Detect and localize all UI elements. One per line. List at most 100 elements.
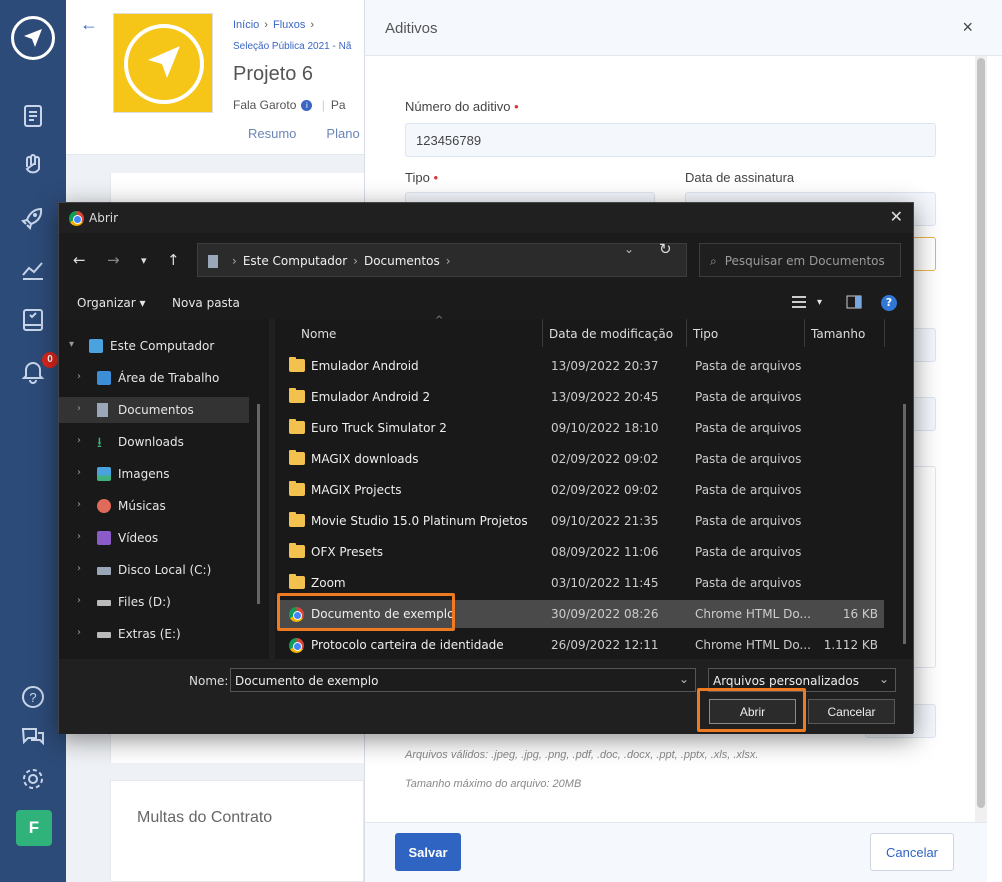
back-arrow-icon[interactable]: ← xyxy=(80,14,98,35)
author-name: Fala Garoto xyxy=(233,98,297,112)
dialog-toolbar: Organizar ▾ Nova pasta ▾ ? xyxy=(59,287,913,319)
help-icon[interactable]: ? xyxy=(20,684,46,710)
dialog-cancel-button[interactable]: Cancelar xyxy=(808,699,895,724)
address-bar[interactable]: › Este Computador › Documentos › xyxy=(197,243,687,277)
documents-icon[interactable] xyxy=(20,103,46,129)
refresh-icon[interactable]: ↻ xyxy=(659,240,672,258)
close-icon[interactable]: × xyxy=(962,17,973,38)
file-row[interactable]: Movie Studio 15.0 Platinum Projetos 09/10… xyxy=(279,507,884,535)
panel-header: Aditivos × xyxy=(365,0,1002,56)
folder-icon xyxy=(289,388,305,403)
book-icon[interactable] xyxy=(20,307,46,333)
gear-icon[interactable] xyxy=(20,766,46,792)
info-icon[interactable]: i xyxy=(301,100,313,112)
organize-menu[interactable]: Organizar ▾ xyxy=(77,296,146,310)
file-row[interactable]: Zoom 03/10/2022 11:45 Pasta de arquivos xyxy=(279,569,884,597)
tree-item-downloads[interactable]: › ⭳ Downloads xyxy=(59,429,249,455)
file-row[interactable]: Emulador Android 2 13/09/2022 20:45 Pasta … xyxy=(279,383,884,411)
recent-dropdown-icon[interactable]: ▾ xyxy=(141,254,147,267)
open-button[interactable]: Abrir xyxy=(709,699,796,724)
file-row[interactable]: MAGIX downloads 02/09/2022 09:02 Pasta de … xyxy=(279,445,884,473)
chevron-down-icon[interactable]: ⌄ xyxy=(879,672,889,686)
sort-up-icon: ^ xyxy=(435,315,444,326)
file-type-select[interactable]: Arquivos personalizados ⌄ xyxy=(708,668,896,692)
preview-pane-icon[interactable] xyxy=(846,295,862,312)
column-size[interactable]: Tamanho xyxy=(805,319,885,347)
save-button[interactable]: Salvar xyxy=(395,833,461,871)
tree-item-videos[interactable]: › Vídeos xyxy=(59,525,249,551)
user-avatar[interactable]: F xyxy=(16,810,52,846)
forward-icon[interactable]: → xyxy=(107,251,120,269)
images-icon xyxy=(97,467,111,481)
breadcrumb-inicio[interactable]: Início xyxy=(233,19,259,31)
rocket-icon[interactable] xyxy=(20,205,46,231)
view-options-icon[interactable] xyxy=(791,295,807,312)
column-name[interactable]: ^ Nome xyxy=(295,315,543,347)
project-logo xyxy=(113,13,213,113)
video-icon xyxy=(97,531,111,545)
tree-item-images[interactable]: › Imagens xyxy=(59,461,249,487)
file-row[interactable]: Euro Truck Simulator 2 09/10/2022 18:10 Pa… xyxy=(279,414,884,442)
address-dropdown-icon[interactable]: ⌄ xyxy=(624,242,634,256)
cancel-button[interactable]: Cancelar xyxy=(870,833,954,871)
chat-icon[interactable] xyxy=(20,724,46,750)
navigation-pane: ▾ Este Computador › Área de Trabalho › D… xyxy=(59,319,269,659)
desktop-icon xyxy=(97,371,111,385)
tab-resumo[interactable]: Resumo xyxy=(248,126,296,141)
address-pc[interactable]: Este Computador xyxy=(243,254,347,268)
hint-size: Tamanho máximo do arquivo: 20MB xyxy=(405,778,582,790)
app-logo[interactable] xyxy=(11,16,55,60)
project-author: Fala Garoto i | Pa xyxy=(233,98,346,112)
breadcrumb-selecao[interactable]: Seleção Pública 2021 - Nã xyxy=(233,41,351,52)
file-name-input[interactable]: Documento de exemplo ⌄ xyxy=(230,668,696,692)
file-row-selected[interactable]: Documento de exemplo 30/09/2022 08:26 Chro… xyxy=(279,600,884,628)
tab-plano[interactable]: Plano xyxy=(326,126,359,141)
tipo-label: Tipo • xyxy=(405,170,438,185)
close-icon[interactable]: ✕ xyxy=(890,207,903,226)
column-type[interactable]: Tipo xyxy=(687,319,805,347)
search-input[interactable]: ⌕ Pesquisar em Documentos xyxy=(699,243,901,277)
chart-icon[interactable] xyxy=(20,256,46,282)
tree-item-disk-d[interactable]: › Files (D:) xyxy=(59,589,249,615)
chevron-down-icon[interactable]: ⌄ xyxy=(679,672,689,686)
tree-item-desktop[interactable]: › Área de Trabalho xyxy=(59,365,249,391)
hand-heart-icon[interactable] xyxy=(20,153,46,179)
view-dropdown-icon[interactable]: ▾ xyxy=(817,297,822,308)
tree-item-computer[interactable]: ▾ Este Computador xyxy=(59,333,249,359)
navigation-bar: ← → ▾ ↑ › Este Computador › Documentos › ⌄ ↻… xyxy=(59,233,913,287)
chrome-icon xyxy=(69,211,84,226)
multas-card: Multas do Contrato xyxy=(110,780,364,882)
file-row[interactable]: Emulador Android 13/09/2022 20:37 Pasta de… xyxy=(279,352,884,380)
tree-item-documents[interactable]: › Documentos xyxy=(59,397,249,423)
author-tail: Pa xyxy=(330,98,346,112)
file-row[interactable]: OFX Presets 08/09/2022 11:06 Pasta de arqu… xyxy=(279,538,884,566)
new-folder-button[interactable]: Nova pasta xyxy=(172,296,240,310)
file-row[interactable]: MAGIX Projects 02/09/2022 09:02 Pasta de a… xyxy=(279,476,884,504)
column-date[interactable]: Data de modificação xyxy=(543,319,687,347)
documents-icon xyxy=(97,403,108,417)
nav-scrollbar[interactable] xyxy=(257,404,260,604)
file-row[interactable]: Protocolo carteira de identidade 26/09/20… xyxy=(279,631,884,659)
panel-title: Aditivos xyxy=(385,20,438,37)
back-icon[interactable]: ← xyxy=(73,251,86,269)
panel-footer: Salvar Cancelar xyxy=(365,822,987,882)
file-list: ^ Nome Data de modificação Tipo Tamanho … xyxy=(275,315,913,659)
file-name-label: Nome: xyxy=(189,674,229,688)
tree-item-disk-c[interactable]: › Disco Local (C:) xyxy=(59,557,249,583)
up-icon[interactable]: ↑ xyxy=(167,251,180,269)
tree-item-music[interactable]: › Músicas xyxy=(59,493,249,519)
folder-icon xyxy=(289,419,305,434)
open-file-dialog: Abrir ✕ ← → ▾ ↑ › Este Computador › Documen… xyxy=(58,202,914,734)
breadcrumb-fluxos[interactable]: Fluxos xyxy=(273,19,305,31)
folder-icon xyxy=(289,481,305,496)
file-scrollbar[interactable] xyxy=(903,404,906,644)
multas-title: Multas do Contrato xyxy=(137,809,273,826)
panel-scrollbar[interactable] xyxy=(975,56,987,826)
address-docs[interactable]: Documentos xyxy=(364,254,440,268)
svg-text:?: ? xyxy=(29,690,36,705)
help-icon[interactable]: ? xyxy=(881,295,897,311)
dialog-bottom-bar: Nome: Documento de exemplo ⌄ Arquivos pe… xyxy=(59,659,913,734)
numero-field[interactable]: 123456789 xyxy=(405,123,936,157)
hint-formats: Arquivos válidos: .jpeg, .jpg, .png, .pd… xyxy=(405,749,759,761)
tree-item-disk-e[interactable]: › Extras (E:) xyxy=(59,621,249,647)
